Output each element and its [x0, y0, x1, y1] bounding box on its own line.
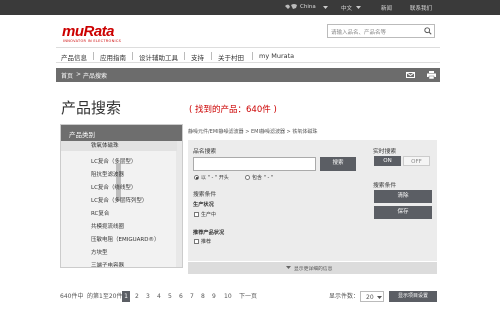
category-item[interactable]: 三端子电容器: [91, 261, 124, 267]
breadcrumb: 首页 > 产品搜索: [56, 68, 440, 82]
recommended-label: 推荐: [201, 239, 212, 245]
category-item[interactable]: 阻抗型滤波器: [91, 170, 124, 178]
realtime-search-label: 实时搜索: [373, 149, 397, 155]
chevron-down-icon: [356, 6, 361, 9]
breadcrumb-home[interactable]: 首页: [61, 71, 73, 80]
category-header: 产品类别: [61, 125, 182, 141]
region-selector[interactable]: China: [300, 4, 316, 10]
breadcrumb-current: 产品搜索: [83, 73, 108, 80]
recommended-status-label: 推荐产品状况: [193, 230, 225, 236]
category-item[interactable]: LC复合（多层型）: [91, 157, 136, 165]
in-production-label: 生产中: [201, 212, 217, 218]
page-2[interactable]: 2: [135, 291, 139, 302]
result-count: ( 找到的产品：640件 ): [189, 105, 277, 115]
radio-starts-with-label: 以 " - " 开头: [201, 175, 229, 181]
part-number-input[interactable]: [193, 157, 316, 171]
page-1[interactable]: 1: [122, 291, 130, 302]
chevron-down-icon: [377, 296, 382, 299]
nav-design-tools[interactable]: 设计辅助工具: [139, 52, 178, 62]
clear-button[interactable]: 清除: [374, 190, 432, 203]
search-conditions-label: 搜索条件: [193, 192, 217, 198]
main-navigation: 产品信息 应用指南 设计辅助工具 支持 关于村田 my Murata: [56, 47, 440, 63]
part-search-button[interactable]: 搜索: [320, 157, 356, 171]
per-page-value: 20: [366, 294, 374, 301]
result-range: 的第1至20件: [87, 293, 123, 300]
category-path: 静噪元件/EMI静噪滤波器 > EMI静噪滤波器 > 铁氧体磁珠: [188, 129, 318, 135]
page-title: 产品搜索: [61, 99, 122, 117]
show-more-bar[interactable]: 显示更详细的信息: [188, 262, 437, 274]
page-10[interactable]: 10: [224, 291, 232, 302]
realtime-off-toggle[interactable]: OFF: [403, 156, 430, 166]
category-scrollbar[interactable]: [176, 141, 182, 267]
nav-applications[interactable]: 应用指南: [100, 52, 126, 62]
saved-conditions-label: 搜索条件: [373, 183, 397, 189]
page-6[interactable]: 6: [179, 291, 183, 302]
category-item[interactable]: 共模扼流线圈: [91, 222, 124, 230]
recommended-checkbox[interactable]: [194, 239, 199, 244]
top-utility-bar: China 中文 新闻 联系我们: [0, 0, 500, 15]
page-5[interactable]: 5: [168, 291, 172, 302]
category-item[interactable]: RC复合: [91, 209, 109, 217]
show-more-label: 显示更详细的信息: [294, 267, 333, 272]
nav-products[interactable]: 产品信息: [61, 52, 87, 62]
chevron-down-icon: [323, 6, 328, 9]
result-total: 640件中: [60, 293, 84, 300]
nav-support[interactable]: 支持: [191, 52, 204, 62]
chevron-down-icon: [286, 266, 291, 269]
realtime-on-toggle[interactable]: ON: [374, 156, 401, 166]
page-7[interactable]: 7: [190, 291, 194, 302]
category-header-label: 产品类别: [69, 131, 95, 139]
language-selector[interactable]: 中文: [341, 4, 352, 12]
page-3[interactable]: 3: [146, 291, 150, 302]
brand-tagline: INNOVATOR IN ELECTRONICS: [63, 39, 122, 43]
print-icon[interactable]: [427, 71, 436, 79]
breadcrumb-separator: >: [76, 71, 82, 78]
search-icon[interactable]: [424, 27, 432, 35]
contact-link[interactable]: 联系我们: [410, 4, 432, 12]
production-status-label: 生产状况: [193, 202, 214, 208]
category-item[interactable]: LC复合（绕线型）: [91, 183, 136, 191]
next-page-link[interactable]: 下一页: [239, 291, 257, 302]
category-item[interactable]: 压敏电阻（EMIGUARD®）: [91, 235, 159, 243]
news-link[interactable]: 新闻: [381, 4, 392, 12]
category-item-ferrite-bead[interactable]: 铁氧体磁珠: [61, 141, 177, 151]
save-button[interactable]: 保存: [374, 206, 432, 219]
part-search-label: 品名搜索: [193, 149, 217, 155]
radio-contains[interactable]: [245, 175, 250, 180]
page-9[interactable]: 9: [212, 291, 216, 302]
search-placeholder: 请输入品名、产品名等: [331, 30, 387, 36]
murata-logo[interactable]: muRata: [62, 23, 115, 40]
category-item[interactable]: 方块型: [91, 248, 108, 256]
nav-about[interactable]: 关于村田: [218, 52, 244, 62]
display-settings-label: 显示项目设置: [397, 293, 428, 299]
email-icon[interactable]: [406, 72, 415, 78]
page-4[interactable]: 4: [157, 291, 161, 302]
site-search-input[interactable]: 请输入品名、产品名等: [327, 24, 435, 38]
radio-starts-with[interactable]: [194, 175, 199, 180]
in-production-checkbox[interactable]: [194, 212, 199, 217]
per-page-select[interactable]: 20: [360, 291, 384, 302]
radio-contains-label: 包含 " - ": [252, 175, 274, 181]
category-item[interactable]: LC复合（多层阵列型）: [91, 196, 147, 204]
page-8[interactable]: 8: [201, 291, 205, 302]
nav-my-murata[interactable]: my Murata: [259, 52, 294, 60]
per-page-label: 显示件数：: [329, 293, 360, 300]
world-map-icon: [285, 4, 297, 9]
display-settings-button[interactable]: 显示项目设置: [389, 291, 437, 302]
